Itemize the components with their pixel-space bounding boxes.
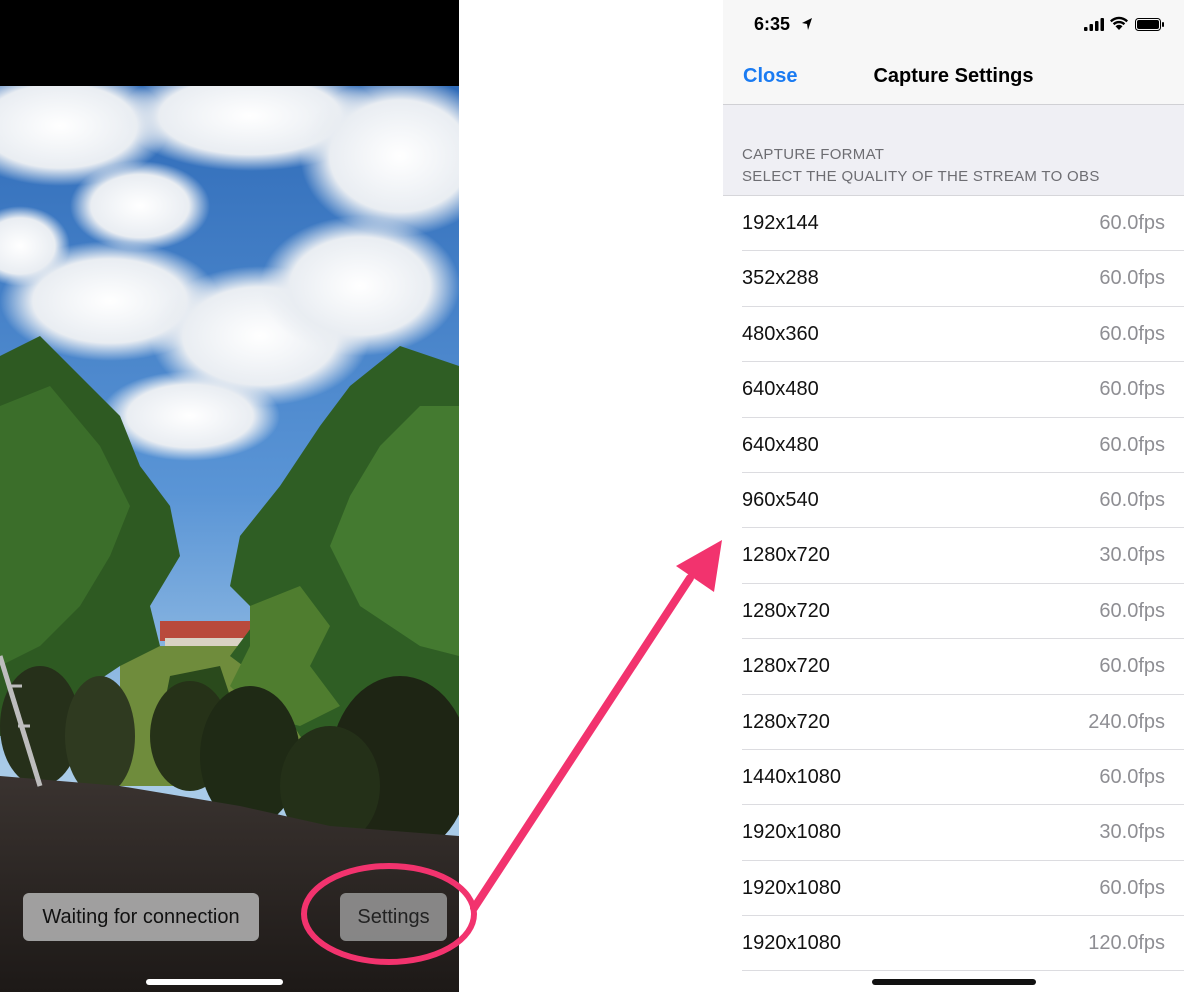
capture-format-row[interactable]: 192x144 60.0fps [742, 196, 1184, 252]
format-resolution: 352x288 [742, 267, 819, 290]
close-button[interactable]: Close [743, 65, 797, 88]
capture-format-list: 192x144 60.0fps 352x288 60.0fps 480x360 60.0f… [723, 196, 1184, 972]
capture-format-row[interactable]: 640x480 60.0fps [742, 418, 1184, 473]
capture-settings-screen: 6:35 Capture Settings Close CAPTURE FORM… [723, 0, 1184, 992]
capture-format-row[interactable]: 1280x720 30.0fps [742, 528, 1184, 584]
format-framerate: 30.0fps [1099, 544, 1165, 567]
format-framerate: 60.0fps [1099, 488, 1165, 511]
navigation-bar: Capture Settings Close [723, 52, 1184, 105]
format-framerate: 60.0fps [1099, 433, 1165, 456]
section-title: CAPTURE FORMAT [742, 146, 885, 163]
format-framerate: 60.0fps [1099, 765, 1165, 788]
format-framerate: 60.0fps [1099, 599, 1165, 622]
wifi-icon [1110, 16, 1128, 30]
capture-format-row[interactable]: 480x360 60.0fps [742, 307, 1184, 363]
cellular-signal-icon [1084, 18, 1104, 31]
format-resolution: 640x480 [742, 378, 819, 401]
section-header: CAPTURE FORMAT SELECT THE QUALITY OF THE… [723, 105, 1184, 196]
format-resolution: 960x540 [742, 488, 819, 511]
format-resolution: 1280x720 [742, 544, 830, 567]
format-framerate: 240.0fps [1088, 710, 1165, 733]
format-framerate: 60.0fps [1099, 876, 1165, 899]
capture-format-row[interactable]: 1920x1080 120.0fps [742, 916, 1184, 972]
capture-format-row[interactable]: 640x480 60.0fps [742, 362, 1184, 418]
format-framerate: 60.0fps [1099, 322, 1165, 345]
connection-status-button[interactable]: Waiting for connection [23, 893, 259, 941]
capture-format-row[interactable]: 1920x1080 60.0fps [742, 861, 1184, 917]
format-resolution: 1920x1080 [742, 932, 841, 955]
format-resolution: 1280x720 [742, 599, 830, 622]
format-resolution: 1280x720 [742, 710, 830, 733]
status-time: 6:35 [754, 14, 791, 34]
capture-format-row[interactable]: 1280x720 60.0fps [742, 639, 1184, 695]
format-resolution: 1440x1080 [742, 765, 841, 788]
capture-format-row[interactable]: 352x288 60.0fps [742, 251, 1184, 307]
format-resolution: 1920x1080 [742, 821, 841, 844]
pointer-arrow [470, 574, 694, 912]
format-framerate: 30.0fps [1099, 821, 1165, 844]
format-framerate: 60.0fps [1099, 655, 1165, 678]
capture-format-row[interactable]: 1280x720 60.0fps [742, 584, 1184, 640]
format-framerate: 60.0fps [1099, 267, 1165, 290]
format-resolution: 192x144 [742, 212, 819, 234]
pointer-arrowhead [676, 540, 722, 592]
format-framerate: 60.0fps [1099, 212, 1165, 234]
camera-preview-image [0, 86, 459, 992]
format-framerate: 60.0fps [1099, 378, 1165, 401]
format-resolution: 640x480 [742, 433, 819, 456]
capture-format-row[interactable]: 1920x1080 30.0fps [742, 805, 1184, 861]
format-framerate: 120.0fps [1088, 932, 1165, 955]
status-bar: 6:35 [723, 0, 1184, 52]
settings-button[interactable]: Settings [340, 893, 447, 941]
camera-screen: Waiting for connection Settings [0, 0, 459, 992]
battery-icon [1135, 18, 1164, 31]
home-indicator[interactable] [146, 979, 283, 985]
location-arrow-icon [802, 18, 812, 30]
capture-format-row[interactable]: 960x540 60.0fps [742, 473, 1184, 529]
home-indicator[interactable] [872, 979, 1036, 985]
format-resolution: 1920x1080 [742, 876, 841, 899]
format-resolution: 1280x720 [742, 655, 830, 678]
format-resolution: 480x360 [742, 322, 819, 345]
section-subtitle: SELECT THE QUALITY OF THE STREAM TO OBS [742, 168, 1100, 185]
capture-format-row[interactable]: 1280x720 240.0fps [742, 695, 1184, 750]
capture-format-row[interactable]: 1440x1080 60.0fps [742, 750, 1184, 806]
